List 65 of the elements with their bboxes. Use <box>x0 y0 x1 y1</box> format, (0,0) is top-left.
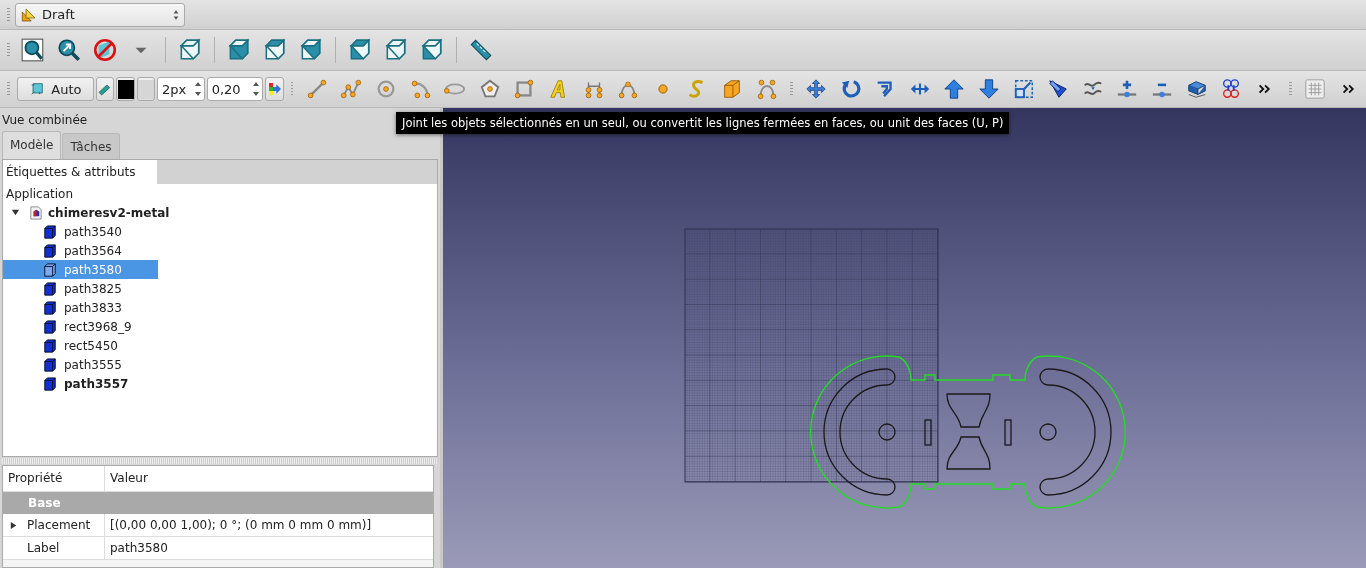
arc-icon[interactable] <box>409 78 432 100</box>
tree-item[interactable]: path3564 <box>3 241 158 260</box>
tree-item[interactable]: path3540 <box>3 222 158 241</box>
expand-arrow-icon[interactable] <box>8 520 18 530</box>
tree-item[interactable]: path3557 <box>3 374 158 393</box>
property-value[interactable]: [(0,00 0,00 1,00); 0 °; (0 mm 0 mm 0 mm)] <box>104 514 433 536</box>
pencil-toggle-button[interactable] <box>96 77 115 101</box>
selected-outline-drawing[interactable] <box>810 355 1126 509</box>
rectangle-icon[interactable] <box>513 78 536 100</box>
tree-item[interactable]: path3555 <box>3 355 158 374</box>
column-header: Étiquettes & attributs <box>3 160 157 184</box>
property-name: Placement <box>26 518 92 532</box>
add-point-icon[interactable] <box>1116 78 1139 100</box>
tree-item[interactable]: rect5450 <box>3 336 158 355</box>
box-face-icon[interactable] <box>721 78 743 100</box>
column-header: Valeur <box>109 470 149 487</box>
tooltip: Joint les objets sélectionnés en un seul, ou convertit les lignes fermées en faces, ou unit des faces (U, P) <box>396 112 1010 134</box>
scale-icon[interactable] <box>1012 78 1035 100</box>
cube-icon <box>43 262 57 277</box>
property-value[interactable]: path3580 <box>104 537 433 559</box>
color-arrow-icon <box>266 81 283 97</box>
expand-arrow-icon[interactable] <box>11 208 20 217</box>
panel-title: Vue combinée <box>2 113 88 127</box>
document-icon <box>28 205 43 220</box>
polyline-icon[interactable] <box>340 78 363 100</box>
font-size-field[interactable]: 0,20 <box>206 77 264 101</box>
line-icon[interactable] <box>305 78 328 100</box>
column-header: Propriété <box>3 466 105 491</box>
up-arrow-icon[interactable] <box>943 78 966 100</box>
rotate-icon[interactable] <box>839 78 862 100</box>
tree-item[interactable]: chimeresv2-metal <box>43 205 170 220</box>
cube-icon <box>43 376 57 391</box>
workbench-dropdown[interactable]: Draft <box>15 2 185 27</box>
tree-root-label: Application <box>5 186 74 201</box>
cube-icon <box>43 338 57 353</box>
zoom-arrow-icon[interactable] <box>56 37 82 63</box>
tree-item[interactable]: path3825 <box>3 279 158 298</box>
cube-icon <box>43 224 57 239</box>
pencil-icon[interactable] <box>1047 78 1070 100</box>
tree-item[interactable]: path3833 <box>3 298 158 317</box>
polygon-icon[interactable] <box>478 78 501 100</box>
construction-mode-button[interactable]: Auto <box>16 77 95 101</box>
tree-item[interactable]: rect3968_9 <box>3 317 158 336</box>
ruler-icon[interactable] <box>468 37 494 63</box>
cube-icon <box>43 243 57 258</box>
property-name: Label <box>26 541 61 555</box>
cube-icon <box>43 300 57 315</box>
down-arrow-icon[interactable] <box>978 78 1000 100</box>
apply-style-button[interactable] <box>265 77 284 101</box>
panel-tab[interactable]: Modèle <box>2 131 62 159</box>
move-icon[interactable] <box>804 78 827 100</box>
prohibited-icon[interactable] <box>92 37 118 63</box>
face-color-button[interactable] <box>136 77 155 101</box>
cube-icon <box>43 281 57 296</box>
line-width-field[interactable]: 2px <box>157 77 205 101</box>
zoom-fit-icon[interactable] <box>20 37 46 63</box>
bezier-icon[interactable] <box>755 78 778 100</box>
box-shadow-icon[interactable] <box>1185 78 1208 100</box>
cube-icon <box>43 357 57 372</box>
panel-tab[interactable]: Tâches <box>62 133 120 159</box>
curve-icon[interactable] <box>617 78 640 100</box>
property-group: Base <box>28 496 61 510</box>
cube-icon <box>43 319 57 334</box>
frame-icon <box>29 81 46 97</box>
line-color-button[interactable] <box>116 77 135 101</box>
